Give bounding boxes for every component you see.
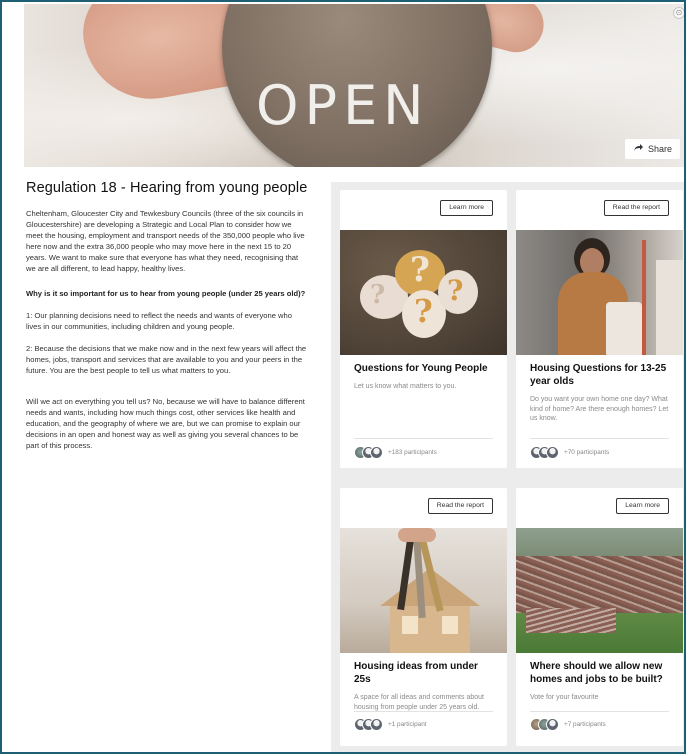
share-label: Share [647,144,672,154]
learn-more-button[interactable]: Learn more [440,200,493,216]
question-marks-image: ? ? ? ? [340,230,507,355]
card-title[interactable]: Housing ideas from under 25s [354,660,494,686]
avatar [546,446,559,459]
house-and-keys-image [340,528,507,653]
page-title: Regulation 18 - Hearing from young peopl… [26,180,308,196]
card-title[interactable]: Where should we allow new homes and jobs… [530,660,670,686]
project-card[interactable]: Read the report Housing Questions for 13… [516,190,683,468]
avatar [370,718,383,731]
learn-more-button[interactable]: Learn more [616,498,669,514]
intro-section: Regulation 18 - Hearing from young peopl… [26,180,308,462]
reason-two: 2: Because the decisions that we make no… [26,344,307,375]
image-info-icon[interactable]: ⊙ [673,7,684,19]
participant-count: +70 participants [564,449,610,456]
hero-banner: OPEN Share ⊙ [24,4,684,167]
participant-count: +1 participant [388,721,427,728]
reason-one: 1: Our planning decisions need to reflec… [26,311,292,331]
participant-avatars [354,718,383,731]
share-button[interactable]: Share [624,139,680,159]
participants-row: +7 participants [530,718,606,731]
woman-with-bag-image [516,230,683,355]
avatar [546,718,559,731]
participant-avatars [530,446,559,459]
avatar [370,446,383,459]
share-arrow-icon [633,144,643,153]
closing-paragraph: Will we act on everything you tell us? N… [26,397,305,450]
project-card[interactable]: Read the report Housing ideas from under… [340,488,507,746]
card-title[interactable]: Housing Questions for 13-25 year olds [530,362,670,388]
project-card[interactable]: Learn more ? ? ? ? Questions for Young P… [340,190,507,468]
read-report-button[interactable]: Read the report [427,498,493,514]
card-description: Let us know what matters to you. [354,383,457,390]
participant-avatars [354,446,383,459]
aerial-housing-image [516,528,683,653]
card-description: A space for all ideas and comments about… [354,694,484,711]
card-title[interactable]: Questions for Young People [354,362,494,375]
open-sign-text: OPEN [256,74,430,137]
participant-avatars [530,718,559,731]
projects-panel: Learn more ? ? ? ? Questions for Young P… [331,182,684,752]
intro-question: Why is it so important for us to hear fr… [26,289,306,298]
participants-row: +70 participants [530,446,609,459]
project-card[interactable]: Learn more Where should we allow new hom… [516,488,683,746]
participants-row: +183 participants [354,446,437,459]
participants-row: +1 participant [354,718,427,731]
page-frame: OPEN Share ⊙ Regulation 18 - Hearing fro… [0,0,686,754]
participant-count: +183 participants [388,449,437,456]
participant-count: +7 participants [564,721,606,728]
card-description: Vote for your favourite [530,694,599,701]
card-description: Do you want your own home one day? What … [530,396,669,422]
read-report-button[interactable]: Read the report [603,200,669,216]
intro-paragraph: Cheltenham, Gloucester City and Tewkesbu… [26,209,305,273]
